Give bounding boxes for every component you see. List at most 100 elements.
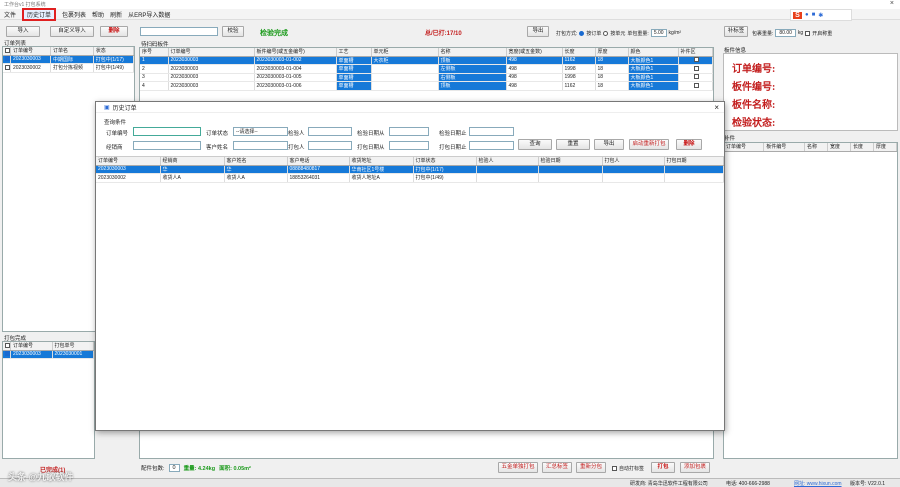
cell: 单面槽 (336, 56, 372, 65)
scale-checkbox[interactable] (805, 30, 811, 36)
pack-count-input[interactable]: 0 (168, 464, 180, 472)
reprint-label-button[interactable]: 补标签 (724, 26, 748, 37)
checker-label: 检验人 (288, 131, 305, 137)
order-no-label: 订单编号: (732, 64, 776, 75)
cell: 右侧板 (438, 73, 507, 82)
order-status-select[interactable]: --请选择-- (233, 127, 288, 136)
cell: 收货人A (160, 173, 225, 183)
spare-checkbox[interactable] (693, 65, 699, 71)
radio-by-unit[interactable] (603, 30, 609, 36)
scan-button[interactable]: 校验 (222, 26, 244, 37)
radio-by-order[interactable] (579, 30, 585, 36)
spare-checkbox[interactable] (693, 57, 699, 63)
export-button[interactable]: 导出 (527, 26, 549, 37)
order-no-input[interactable] (133, 127, 201, 136)
cell-order-no: 2023030003 (10, 55, 51, 64)
repack-button[interactable]: 重新分包 (576, 462, 606, 473)
row-checkbox[interactable] (5, 56, 10, 62)
delete-order-button[interactable]: 删除 (100, 26, 128, 37)
pack-date-from-picker[interactable] (389, 141, 429, 150)
cell: 18 (595, 56, 629, 65)
custom-import-button[interactable]: 自定义导入 (50, 26, 94, 37)
select-all-checkbox[interactable] (5, 47, 10, 53)
auto-print-checkbox[interactable] (612, 466, 617, 471)
table-row[interactable]: 3 2023030003 2023030003-01-005 单面槽 右侧板 498 199… (140, 73, 713, 82)
hardware-pack-button[interactable]: 五金单独打包 (498, 462, 538, 473)
table-row[interactable]: 1 2023030003 2023030003-01-002 单面槽 大衣柜 顶板 498 1… (140, 56, 713, 65)
dialog-title-bar: ▣ 历史订单 × (96, 102, 724, 113)
website-link[interactable]: 网址: www.hixun.com (794, 480, 842, 487)
row-checkbox[interactable] (5, 351, 10, 357)
col-order-no: 订单编号 (724, 143, 765, 152)
cell-status: 打包中(1/49) (93, 63, 135, 73)
check-date-from-picker[interactable] (389, 127, 429, 136)
export-button[interactable]: 导出 (594, 139, 624, 150)
col-order-no: 订单编号 (96, 157, 161, 166)
reset-button[interactable]: 重置 (556, 139, 590, 150)
import-button[interactable]: 导入 (6, 26, 40, 37)
panel-name-label: 板件名称: (732, 100, 776, 111)
menu-refresh[interactable]: 刷新 (110, 10, 122, 19)
cell: 498 (506, 64, 563, 74)
spare-checkbox[interactable] (693, 74, 699, 80)
weight-input[interactable]: 5.00 (650, 29, 667, 37)
cell-order-no: 2023030002 (10, 63, 51, 73)
close-icon[interactable]: × (890, 0, 894, 7)
package-weight-input[interactable]: 80.00 (775, 29, 796, 37)
cell: 1162 (562, 56, 596, 65)
cell: 打包中(1/17) (413, 165, 477, 174)
settings-icon[interactable]: ✱ (818, 12, 823, 19)
cell: 单面槽 (336, 64, 372, 74)
dialog-close-icon[interactable]: × (714, 103, 719, 112)
delete-button[interactable]: 删除 (676, 139, 702, 150)
col-pack-no: 打包单号 (52, 342, 94, 351)
order-no-label: 订单编号 (106, 131, 129, 137)
table-row[interactable]: 2023030002 打包分拣视频 打包中(1/49) (3, 63, 135, 73)
customer-input[interactable] (233, 141, 288, 150)
table-row[interactable]: 2 2023030003 2023030003-01-004 单面槽 左侧板 498 199… (140, 64, 713, 74)
add-package-button[interactable]: 添加包裹 (680, 462, 710, 473)
cell: 18 (595, 64, 629, 74)
menu-erp-import[interactable]: 从ERP导入数据 (128, 10, 170, 19)
weight-label: 单包重量: (627, 30, 649, 37)
col-check-date: 检验日期 (538, 157, 603, 166)
dealer-input[interactable] (133, 141, 201, 150)
table-row[interactable]: 2023030002 收货人A 收货人A 18853264031 收货人地址A 打包中(1… (96, 173, 724, 183)
center-footer: 配件包数: 0 重量: 4.24kg 面积: 0.05m² (141, 464, 251, 472)
summary-label-button[interactable]: 汇总标签 (542, 462, 572, 473)
col-thickness: 厚度 (595, 48, 629, 57)
pack-button[interactable]: 打包 (651, 462, 675, 473)
table-row[interactable]: 2023030003 2023030001 (3, 350, 94, 359)
menu-help[interactable]: 帮助 (92, 10, 104, 19)
table-row[interactable]: 2023030003 中期国际 打包中(1/17) (3, 55, 135, 64)
menu-history-orders[interactable]: 历史订单 (22, 7, 57, 21)
check-date-to-picker[interactable] (469, 127, 514, 136)
cell-pack-no: 2023030001 (52, 350, 94, 359)
reopen-pack-button[interactable]: 启动重新打包 (629, 139, 669, 150)
dialog-title: 历史订单 (112, 105, 137, 112)
cell: 华南社区1号楼 (349, 165, 414, 174)
pending-table: 序号 订单编号 板件编号(或五金编号) 工艺 单元柜 名称 宽度(或五金数) 长… (140, 48, 713, 91)
table-row[interactable]: 4 2023030003 2023030003-01-006 单面槽 顶板 498 1162… (140, 81, 713, 91)
mic-icon[interactable]: ● (805, 12, 809, 18)
query-title: 查询条件 (104, 120, 127, 126)
table-row[interactable]: 2023030003 华华 08888480817 华南社区1号楼 打包中(1/17) (96, 165, 724, 174)
pack-date-to-picker[interactable] (469, 141, 514, 150)
barcode-input[interactable] (140, 27, 218, 36)
sogou-icon[interactable]: S (793, 11, 802, 19)
cell: 大板颜色1 (628, 81, 679, 91)
kg-unit: kg (797, 30, 804, 36)
menu-package-list[interactable]: 包裹列表 (62, 10, 86, 19)
cell: 498 (506, 73, 563, 82)
col-width: 宽度(或五金数) (506, 48, 563, 57)
query-button[interactable]: 查询 (518, 139, 552, 150)
select-all-checkbox[interactable] (5, 342, 10, 348)
auto-print-label: 自动打标签 (619, 466, 645, 472)
menu-file[interactable]: 文件 (4, 10, 16, 19)
cell: 3 (140, 73, 169, 82)
keyboard-icon[interactable]: ■ (812, 12, 816, 18)
row-checkbox[interactable] (5, 64, 10, 70)
spare-checkbox[interactable] (693, 82, 699, 88)
packer-input[interactable] (308, 141, 352, 150)
checker-input[interactable] (308, 127, 352, 136)
